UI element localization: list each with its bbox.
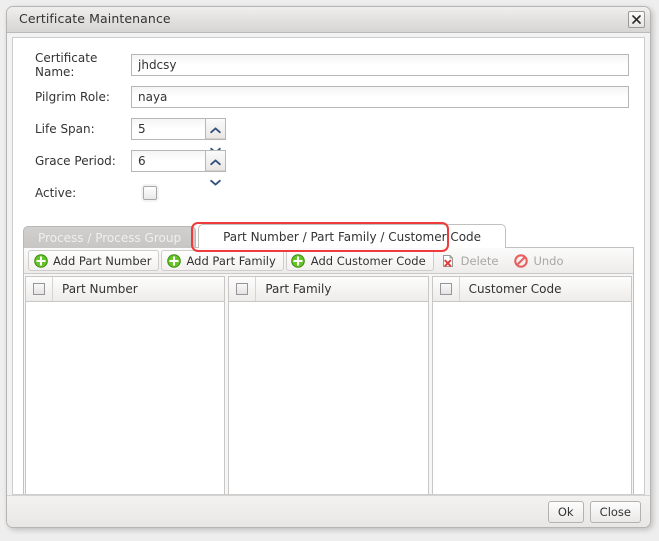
field-row-grace-period: Grace Period: <box>23 148 634 186</box>
grid-header-row: Part Family <box>229 277 428 302</box>
add-part-number-button[interactable]: Add Part Number <box>28 250 160 271</box>
grace-period-label: Grace Period: <box>35 154 116 168</box>
life-span-increment-button[interactable] <box>206 119 225 139</box>
tab-part-number-part-family-customer-code[interactable]: Part Number / Part Family / Customer Cod… <box>198 224 507 248</box>
grid-header-row: Part Number <box>26 277 225 302</box>
field-row-pilgrim-role: Pilgrim Role: <box>23 84 634 110</box>
pilgrim-role-label: Pilgrim Role: <box>35 90 110 104</box>
chevron-down-icon <box>210 171 221 190</box>
dialog-title: Certificate Maintenance <box>19 11 171 26</box>
dialog-titlebar: Certificate Maintenance <box>7 7 650 33</box>
life-span-arrows <box>205 119 225 154</box>
button-label: Add Part Number <box>53 253 152 268</box>
add-plus-icon <box>33 253 48 268</box>
pilgrim-role-input[interactable] <box>131 86 629 108</box>
button-label: Add Part Family <box>186 253 276 268</box>
select-all-checkbox[interactable] <box>236 283 249 295</box>
column-header-customer-code[interactable]: Customer Code <box>460 282 562 296</box>
grid-part-family: Part Family <box>228 276 429 494</box>
delete-document-icon <box>441 253 456 268</box>
ok-button[interactable]: Ok <box>547 500 584 523</box>
grid-toolbar: Add Part Number Add Part Family Add Cust… <box>24 248 633 274</box>
grace-period-increment-button[interactable] <box>206 151 225 171</box>
dialog-content: Certificate Name: Pilgrim Role: Life Spa… <box>12 37 645 495</box>
certificate-form: Certificate Name: Pilgrim Role: Life Spa… <box>13 38 644 212</box>
tab-panel: Add Part Number Add Part Family Add Cust… <box>23 247 634 494</box>
add-part-family-button[interactable]: Add Part Family <box>161 250 284 271</box>
grid-body-customer-code[interactable] <box>432 302 631 494</box>
grace-period-decrement-button[interactable] <box>206 171 225 190</box>
chevron-up-icon <box>210 151 221 170</box>
grace-period-stepper[interactable] <box>131 150 226 186</box>
column-header-part-family[interactable]: Part Family <box>256 282 331 296</box>
certificate-name-label: Certificate Name: <box>35 51 98 79</box>
button-label: Delete <box>460 253 499 268</box>
tab-label: Part Number / Part Family / Customer Cod… <box>223 229 482 244</box>
button-label: Add Customer Code <box>310 253 426 268</box>
certificate-maintenance-dialog: Certificate Maintenance Certificate Name… <box>6 6 651 528</box>
tab-strip: Process / Process Group Part Number / Pa… <box>23 222 634 252</box>
dialog-footer: Ok Close <box>7 495 650 527</box>
close-button[interactable]: Close <box>589 500 641 523</box>
select-all-cell <box>26 277 53 301</box>
chevron-up-icon <box>210 119 221 138</box>
undo-forbidden-icon <box>513 253 528 268</box>
grid-part-number: Part Number <box>25 276 226 494</box>
grid-customer-code: Customer Code <box>431 276 632 494</box>
active-checkbox[interactable] <box>143 186 157 200</box>
select-all-cell <box>229 277 257 301</box>
select-all-checkbox[interactable] <box>439 283 452 295</box>
certificate-name-input[interactable] <box>131 54 629 76</box>
select-all-checkbox[interactable] <box>33 283 45 295</box>
field-row-life-span: Life Span: <box>23 116 634 154</box>
life-span-stepper[interactable] <box>131 118 226 154</box>
active-label: Active: <box>35 186 77 200</box>
tab-label: Process / Process Group <box>38 230 182 245</box>
life-span-label: Life Span: <box>35 122 95 136</box>
field-row-active: Active: <box>23 180 634 206</box>
close-window-button[interactable] <box>628 11 645 28</box>
add-customer-code-button[interactable]: Add Customer Code <box>285 250 434 271</box>
select-all-cell <box>433 277 460 301</box>
button-label: Undo <box>533 253 564 268</box>
grid-body-part-number[interactable] <box>26 302 225 494</box>
delete-button[interactable]: Delete <box>436 250 507 271</box>
add-plus-icon <box>166 253 181 268</box>
grid-header-row: Customer Code <box>432 277 631 302</box>
tab-process-process-group[interactable]: Process / Process Group <box>23 226 197 248</box>
column-header-part-number[interactable]: Part Number <box>53 282 138 296</box>
undo-button[interactable]: Undo <box>508 250 571 271</box>
tab-section: Process / Process Group Part Number / Pa… <box>23 222 634 494</box>
grid-container: Part Number Part Family Customer Code <box>24 274 633 494</box>
grid-body-part-family[interactable] <box>229 302 428 494</box>
field-row-certificate-name: Certificate Name: <box>23 51 634 79</box>
close-x-icon <box>631 14 642 25</box>
add-plus-icon <box>291 253 306 268</box>
grace-period-arrows <box>205 151 225 186</box>
